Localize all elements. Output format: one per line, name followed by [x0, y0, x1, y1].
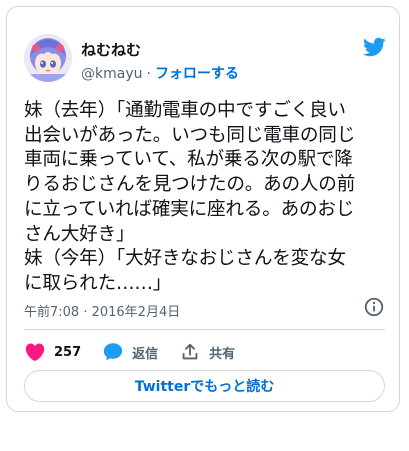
- anime-girl-avatar-icon: [24, 34, 72, 82]
- share-upload-icon: [182, 343, 198, 360]
- like-count: 257: [54, 344, 82, 360]
- user-display-name[interactable]: ねむねむ: [81, 39, 141, 60]
- twitter-bird-icon[interactable]: [362, 35, 386, 59]
- reply-bubble-icon: [103, 343, 123, 361]
- user-handle-row: @kmayu · フォローする: [81, 63, 239, 83]
- user-handle[interactable]: @kmayu: [81, 66, 142, 82]
- share-button[interactable]: 共有: [179, 341, 235, 363]
- share-label: 共有: [209, 346, 236, 362]
- heart-icon: [25, 343, 45, 361]
- separator-dot: ·: [146, 66, 151, 82]
- tweet-timestamp[interactable]: 午前7:08 · 2016年2月4日: [24, 301, 180, 320]
- divider: [24, 329, 385, 330]
- tweet-embed-card: ねむねむ @kmayu · フォローする 妹（去年）「通勤電車の中ですごく良い 出会…: [6, 6, 400, 412]
- user-avatar[interactable]: [24, 34, 72, 82]
- follow-button[interactable]: フォローする: [155, 66, 239, 82]
- reply-button[interactable]: 返信: [102, 341, 158, 363]
- tweet-text: 妹（去年）「通勤電車の中ですごく良い 出会いがあった。いつも同じ電車の同じ 車両…: [24, 100, 356, 294]
- reply-label: 返信: [132, 346, 159, 362]
- info-icon[interactable]: [363, 296, 385, 318]
- tweet-actions: 257 返信 共有: [24, 340, 256, 364]
- read-more-button[interactable]: Twitterでもっと読む: [24, 370, 385, 402]
- like-button[interactable]: 257: [24, 341, 81, 363]
